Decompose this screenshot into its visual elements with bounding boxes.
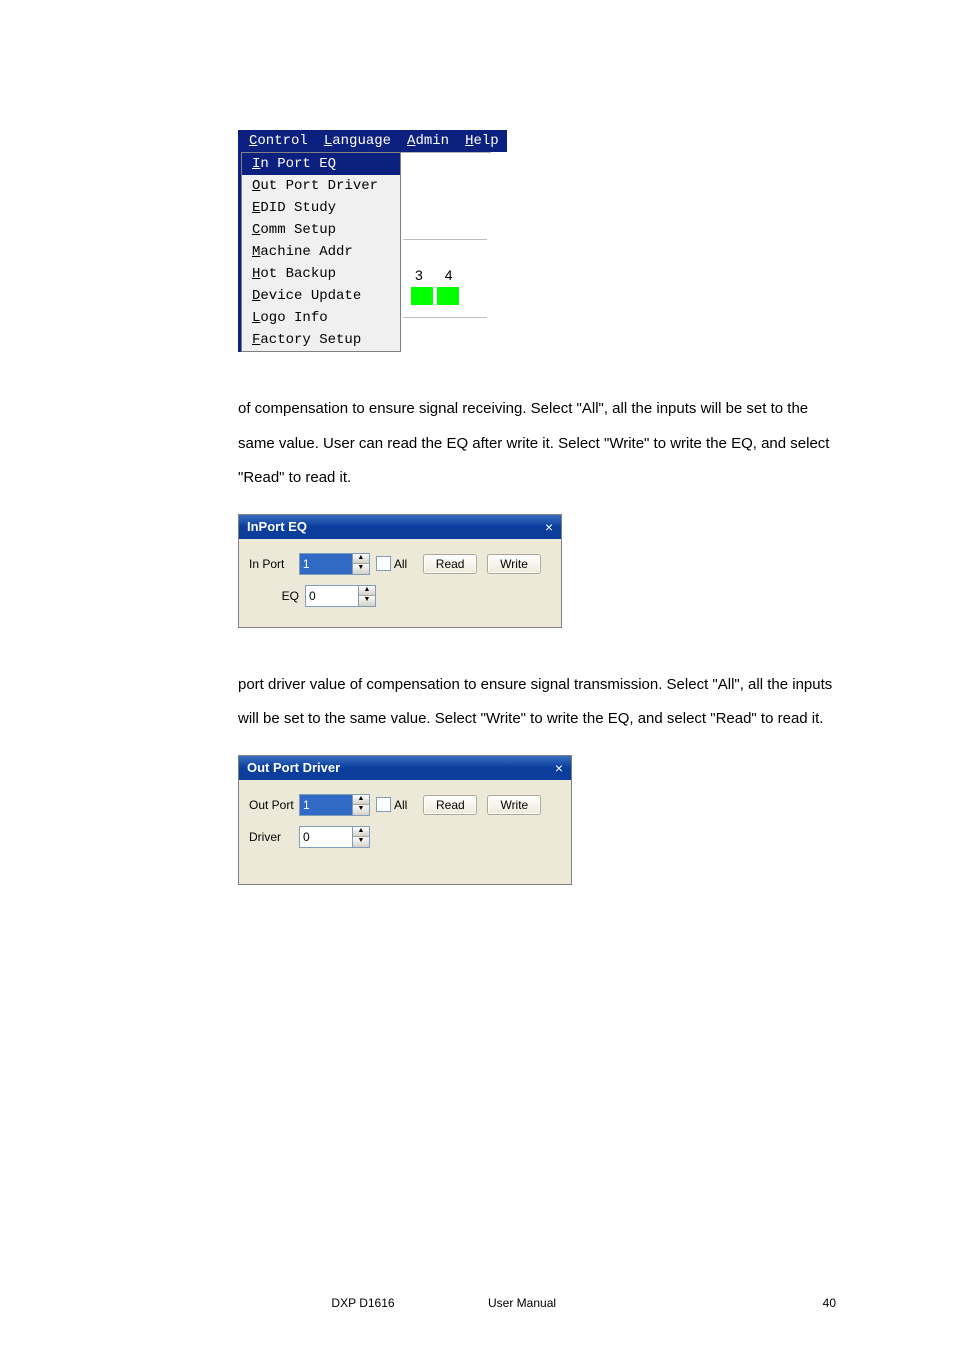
arrow-down-icon[interactable]: ▼ bbox=[353, 837, 369, 847]
out-port-input[interactable] bbox=[300, 795, 352, 815]
menu-screenshot: Control Language Admin Help In Port EQ O… bbox=[238, 130, 507, 352]
all-label: All bbox=[394, 557, 407, 571]
port-numbers: 34 bbox=[415, 267, 475, 283]
write-button[interactable]: Write bbox=[487, 554, 541, 574]
spinner-arrows[interactable]: ▲▼ bbox=[352, 554, 369, 574]
arrow-down-icon[interactable]: ▼ bbox=[353, 805, 369, 815]
out-port-spinner[interactable]: ▲▼ bbox=[299, 794, 370, 816]
arrow-up-icon[interactable]: ▲ bbox=[353, 554, 369, 565]
menu-item-factory-setup[interactable]: Factory Setup bbox=[242, 329, 400, 351]
dialog-body: Out Port ▲▼ All Read Write Driver ▲▼ bbox=[239, 780, 571, 884]
all-label: All bbox=[394, 798, 407, 812]
footer-title: User Manual bbox=[488, 1296, 796, 1310]
in-port-spinner[interactable]: ▲▼ bbox=[299, 553, 370, 575]
control-dropdown: In Port EQ Out Port Driver EDID Study Co… bbox=[241, 152, 401, 352]
read-button[interactable]: Read bbox=[423, 554, 477, 574]
menu-item-device-update[interactable]: Device Update bbox=[242, 285, 400, 307]
paragraph-2: port driver value of compensation to ens… bbox=[238, 668, 836, 737]
menu-item-machine-addr[interactable]: Machine Addr bbox=[242, 241, 400, 263]
spinner-arrows[interactable]: ▲▼ bbox=[358, 586, 375, 606]
menu-item-logo-info[interactable]: Logo Info bbox=[242, 307, 400, 329]
close-icon[interactable]: × bbox=[545, 519, 553, 535]
read-button[interactable]: Read bbox=[423, 795, 477, 815]
menu-item-comm-setup[interactable]: Comm Setup bbox=[242, 219, 400, 241]
eq-input[interactable] bbox=[306, 586, 358, 606]
outport-driver-dialog: Out Port Driver × Out Port ▲▼ All Read W… bbox=[238, 755, 572, 885]
menu-bar: Control Language Admin Help bbox=[241, 130, 507, 152]
dialog-title-text: InPort EQ bbox=[247, 519, 307, 534]
arrow-down-icon[interactable]: ▼ bbox=[353, 564, 369, 574]
footer-product: DXP D1616 bbox=[238, 1296, 488, 1310]
separator bbox=[403, 239, 487, 240]
arrow-up-icon[interactable]: ▲ bbox=[353, 827, 369, 838]
footer-page: 40 bbox=[796, 1296, 836, 1310]
arrow-up-icon[interactable]: ▲ bbox=[359, 586, 375, 597]
menu-bar-admin[interactable]: Admin bbox=[399, 130, 457, 152]
close-icon[interactable]: × bbox=[555, 760, 563, 776]
status-boxes bbox=[411, 287, 459, 305]
inport-eq-dialog: InPort EQ × In Port ▲▼ All Read Write EQ… bbox=[238, 514, 562, 628]
write-button[interactable]: Write bbox=[487, 795, 541, 815]
menu-bar-language[interactable]: Language bbox=[316, 130, 399, 152]
dialog-titlebar: Out Port Driver × bbox=[239, 756, 571, 780]
driver-input[interactable] bbox=[300, 827, 352, 847]
in-port-label: In Port bbox=[249, 557, 299, 571]
menu-item-edid-study[interactable]: EDID Study bbox=[242, 197, 400, 219]
in-port-input[interactable] bbox=[300, 554, 352, 574]
separator bbox=[403, 317, 487, 318]
menu-bar-control[interactable]: Control bbox=[241, 130, 316, 152]
driver-spinner[interactable]: ▲▼ bbox=[299, 826, 370, 848]
dialog-title-text: Out Port Driver bbox=[247, 760, 340, 775]
status-box-3 bbox=[411, 287, 433, 305]
menu-right-panel: 34 bbox=[401, 152, 491, 352]
dialog-body: In Port ▲▼ All Read Write EQ ▲▼ bbox=[239, 539, 561, 627]
all-checkbox[interactable] bbox=[376, 797, 391, 812]
page-footer: DXP D1616 User Manual 40 bbox=[0, 1296, 954, 1310]
menu-bar-help[interactable]: Help bbox=[457, 130, 507, 152]
paragraph-1: of compensation to ensure signal receivi… bbox=[238, 392, 836, 496]
dialog-titlebar: InPort EQ × bbox=[239, 515, 561, 539]
driver-label: Driver bbox=[249, 830, 299, 844]
all-checkbox[interactable] bbox=[376, 556, 391, 571]
eq-spinner[interactable]: ▲▼ bbox=[305, 585, 376, 607]
arrow-down-icon[interactable]: ▼ bbox=[359, 596, 375, 606]
eq-label: EQ bbox=[249, 589, 305, 603]
spinner-arrows[interactable]: ▲▼ bbox=[352, 795, 369, 815]
status-box-4 bbox=[437, 287, 459, 305]
spinner-arrows[interactable]: ▲▼ bbox=[352, 827, 369, 847]
menu-item-out-port-driver[interactable]: Out Port Driver bbox=[242, 175, 400, 197]
menu-item-hot-backup[interactable]: Hot Backup bbox=[242, 263, 400, 285]
out-port-label: Out Port bbox=[249, 798, 299, 812]
menu-item-in-port-eq[interactable]: In Port EQ bbox=[242, 153, 400, 175]
arrow-up-icon[interactable]: ▲ bbox=[353, 795, 369, 806]
